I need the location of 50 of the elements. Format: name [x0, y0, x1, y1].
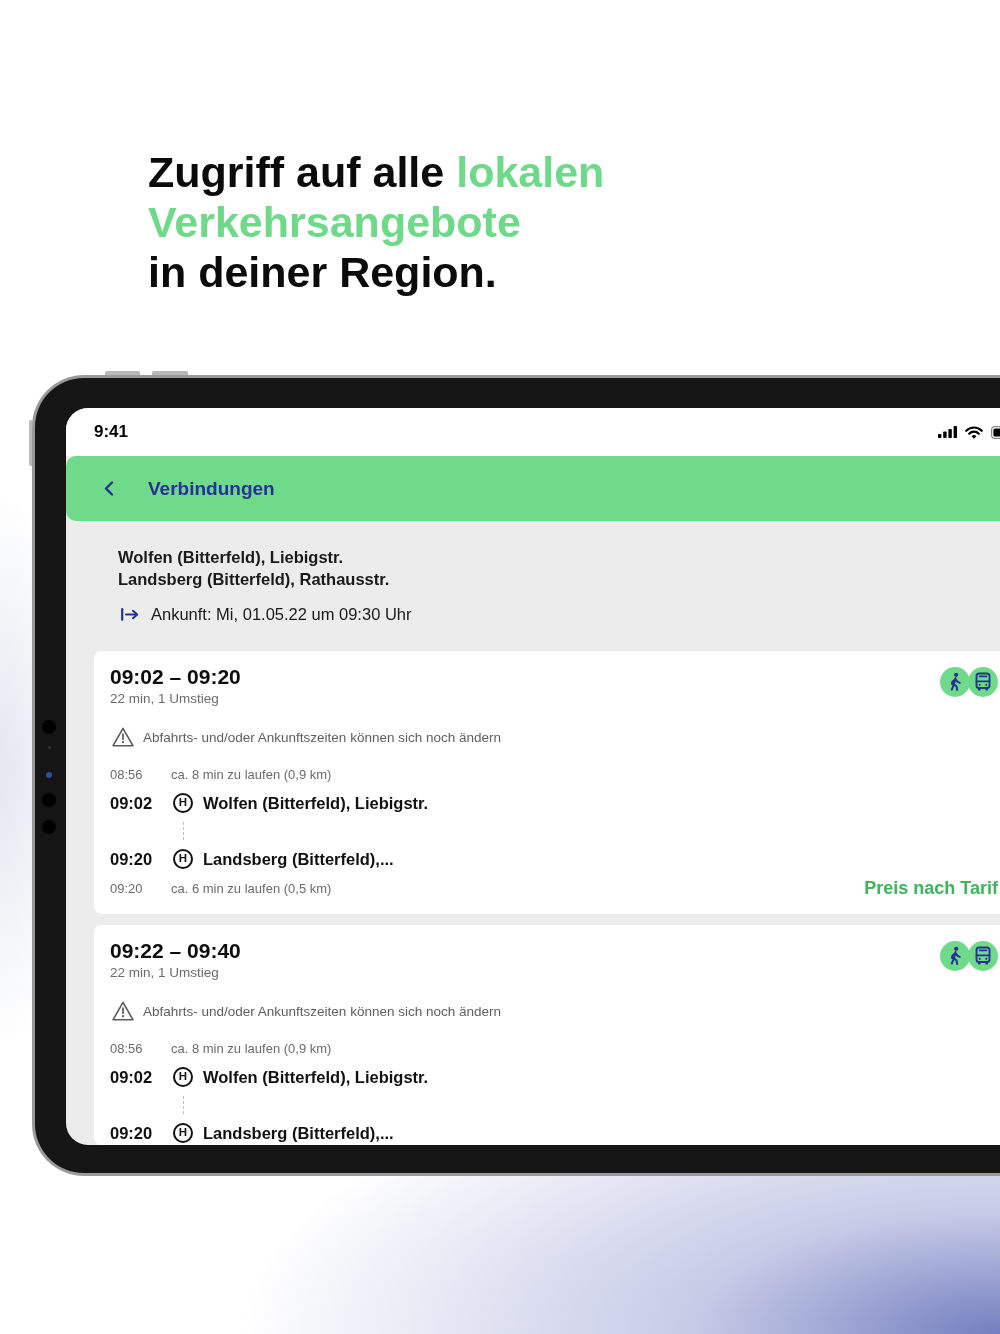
- walk-info: ca. 6 min zu laufen (0,5 km): [171, 880, 332, 896]
- stop-time: 09:02: [110, 793, 154, 813]
- stop-time: 09:20: [110, 1123, 154, 1143]
- walk-info: ca. 8 min zu laufen (0,9 km): [171, 1040, 332, 1056]
- stop-name: Landsberg (Bitterfeld),...: [203, 1123, 394, 1143]
- wifi-icon: [965, 425, 983, 439]
- stop-symbol: H: [173, 1067, 193, 1087]
- connection-card[interactable]: [94, 651, 1000, 914]
- walk-time: 08:56: [110, 1040, 144, 1056]
- bus-icon: [968, 941, 998, 971]
- bus-icon: [968, 667, 998, 697]
- connection-summary: 22 min, 1 Umstieg: [110, 964, 220, 982]
- back-icon[interactable]: [104, 481, 114, 496]
- walk-time: 08:56: [110, 766, 144, 782]
- connection-times: 09:22 – 09:40: [110, 938, 242, 964]
- connection-card[interactable]: 09:22 – 09:40 22 min, 1 Umstieg Abfahrts- und/oder Ankunftszeiten können sich noch ändern 08:56 ca. 8 min zu laufen (0,9 km) 09:02 H Wolfen (Bitterfeld), Liebigstr. 09:20 H Landsberg (Bitterfeld),...: [94, 925, 1000, 1145]
- arrival-icon: [121, 607, 139, 621]
- stop-time: 09:02: [110, 1067, 154, 1087]
- header-title: Verbindungen: [148, 477, 275, 500]
- stop-name: Landsberg (Bitterfeld),...: [203, 849, 394, 869]
- notice-text: Abfahrts- und/oder Ankunftszeiten können sich noch ändern: [143, 1003, 501, 1019]
- camera-lens-icon: [46, 772, 52, 778]
- stop-name: Wolfen (Bitterfeld), Liebigstr.: [203, 1067, 429, 1087]
- headline: Zugriff auf alle lokalen Verkehrsangebote in deiner Region.: [147, 147, 606, 297]
- battery-icon: [991, 425, 1000, 439]
- hardware-button-icon: [152, 371, 188, 375]
- price-label: Preis nach Tarif: [864, 878, 998, 898]
- warning-icon: [112, 1001, 134, 1021]
- notice-text: Abfahrts- und/oder Ankunftszeiten können sich noch ändern: [143, 729, 501, 745]
- connection-times: 09:02 – 09:20: [110, 664, 242, 690]
- hardware-button-icon: [29, 420, 32, 466]
- route-destination: Landsberg (Bitterfeld), Rathausstr.: [118, 569, 391, 590]
- route-origin: Wolfen (Bitterfeld), Liebigstr.: [118, 547, 345, 568]
- status-time: 9:41: [94, 422, 129, 442]
- hardware-button-icon: [105, 371, 140, 375]
- walk-time: 09:20: [110, 880, 144, 896]
- stop-name: Wolfen (Bitterfeld), Liebigstr.: [203, 793, 429, 813]
- route-connector-line: [182, 1096, 184, 1114]
- stop-symbol: H: [173, 793, 193, 813]
- warning-icon: [112, 727, 134, 747]
- stop-symbol: H: [173, 1123, 193, 1143]
- arrival-text: Ankunft: Mi, 01.05.22 um 09:30 Uhr: [151, 604, 412, 624]
- signal-icon: [938, 426, 957, 438]
- stop-symbol: H: [173, 849, 193, 869]
- walk-info: ca. 8 min zu laufen (0,9 km): [171, 766, 332, 782]
- connection-summary: 22 min, 1 Umstieg: [110, 690, 220, 708]
- route-connector-line: [182, 822, 184, 840]
- walking-person-icon: [940, 667, 970, 697]
- stop-time: 09:20: [110, 849, 154, 869]
- walking-person-icon: [940, 941, 970, 971]
